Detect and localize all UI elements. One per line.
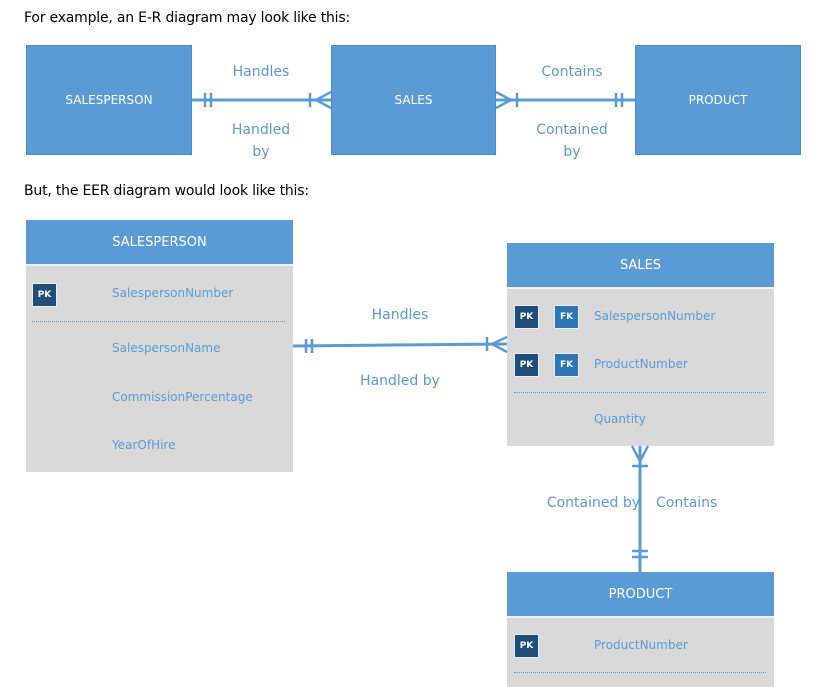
eer-sales-title: SALES (619, 257, 662, 273)
attr-year-of-hire: YearOfHire (112, 438, 176, 452)
er-handles-connector (192, 90, 332, 110)
key-separator (514, 392, 766, 393)
attr-salesperson-number: SalespersonNumber (112, 286, 234, 300)
er-entity-sales-label: SALES (394, 93, 433, 107)
attr-quantity: Quantity (594, 412, 646, 426)
er-handled-by-label-line2: by (252, 144, 270, 160)
er-contained-by-label-line2: by (563, 144, 581, 160)
er-contains-connector (495, 90, 635, 110)
key-separator (514, 672, 766, 673)
attr-salesperson-name: SalespersonName (112, 341, 221, 355)
pk-badge: PK (514, 305, 539, 329)
fk-badge: FK (554, 305, 579, 329)
attr-product-number: ProductNumber (594, 638, 688, 652)
attr-sales-product-number: ProductNumber (594, 357, 688, 371)
eer-table-product: PRODUCT PK ProductNumber (507, 572, 774, 687)
eer-table-salesperson: SALESPERSON PK SalespersonNumber Salespe… (26, 220, 293, 472)
er-handles-label: Handles (232, 64, 290, 80)
er-intro-text: For example, an E-R diagram may look lik… (24, 10, 350, 26)
eer-intro-text: But, the EER diagram would look like thi… (24, 183, 309, 199)
eer-contained-by-label: Contained by (546, 495, 640, 511)
eer-handles-connector (292, 335, 508, 354)
eer-table-sales: SALES PK FK SalespersonNumber PK FK Prod… (507, 243, 774, 446)
eer-salesperson-title: SALESPERSON (112, 234, 207, 250)
eer-product-title: PRODUCT (608, 586, 673, 602)
fk-badge: FK (554, 353, 579, 377)
er-contains-label: Contains (541, 64, 603, 80)
pk-badge: PK (514, 634, 539, 658)
er-handled-by-label-line1: Handled (231, 122, 291, 138)
attr-sales-salesperson-number: SalespersonNumber (594, 309, 716, 323)
pk-badge: PK (514, 353, 539, 377)
pk-badge: PK (32, 283, 57, 307)
er-entity-product-label: PRODUCT (688, 93, 748, 107)
er-entity-salesperson: SALESPERSON (26, 45, 192, 155)
er-entity-salesperson-label: SALESPERSON (65, 93, 153, 107)
er-entity-sales: SALES (331, 45, 496, 155)
key-separator (32, 321, 285, 322)
attr-commission-percentage: CommissionPercentage (112, 390, 253, 404)
eer-salesperson-header: SALESPERSON (26, 220, 293, 266)
er-entity-product: PRODUCT (635, 45, 801, 155)
er-contained-by-label-line1: Contained (536, 122, 608, 138)
eer-handled-by-label: Handled by (360, 373, 440, 389)
eer-handles-label: Handles (371, 307, 429, 323)
eer-contains-label: Contains (656, 495, 718, 511)
eer-sales-header: SALES (507, 243, 774, 289)
eer-product-header: PRODUCT (507, 572, 774, 618)
